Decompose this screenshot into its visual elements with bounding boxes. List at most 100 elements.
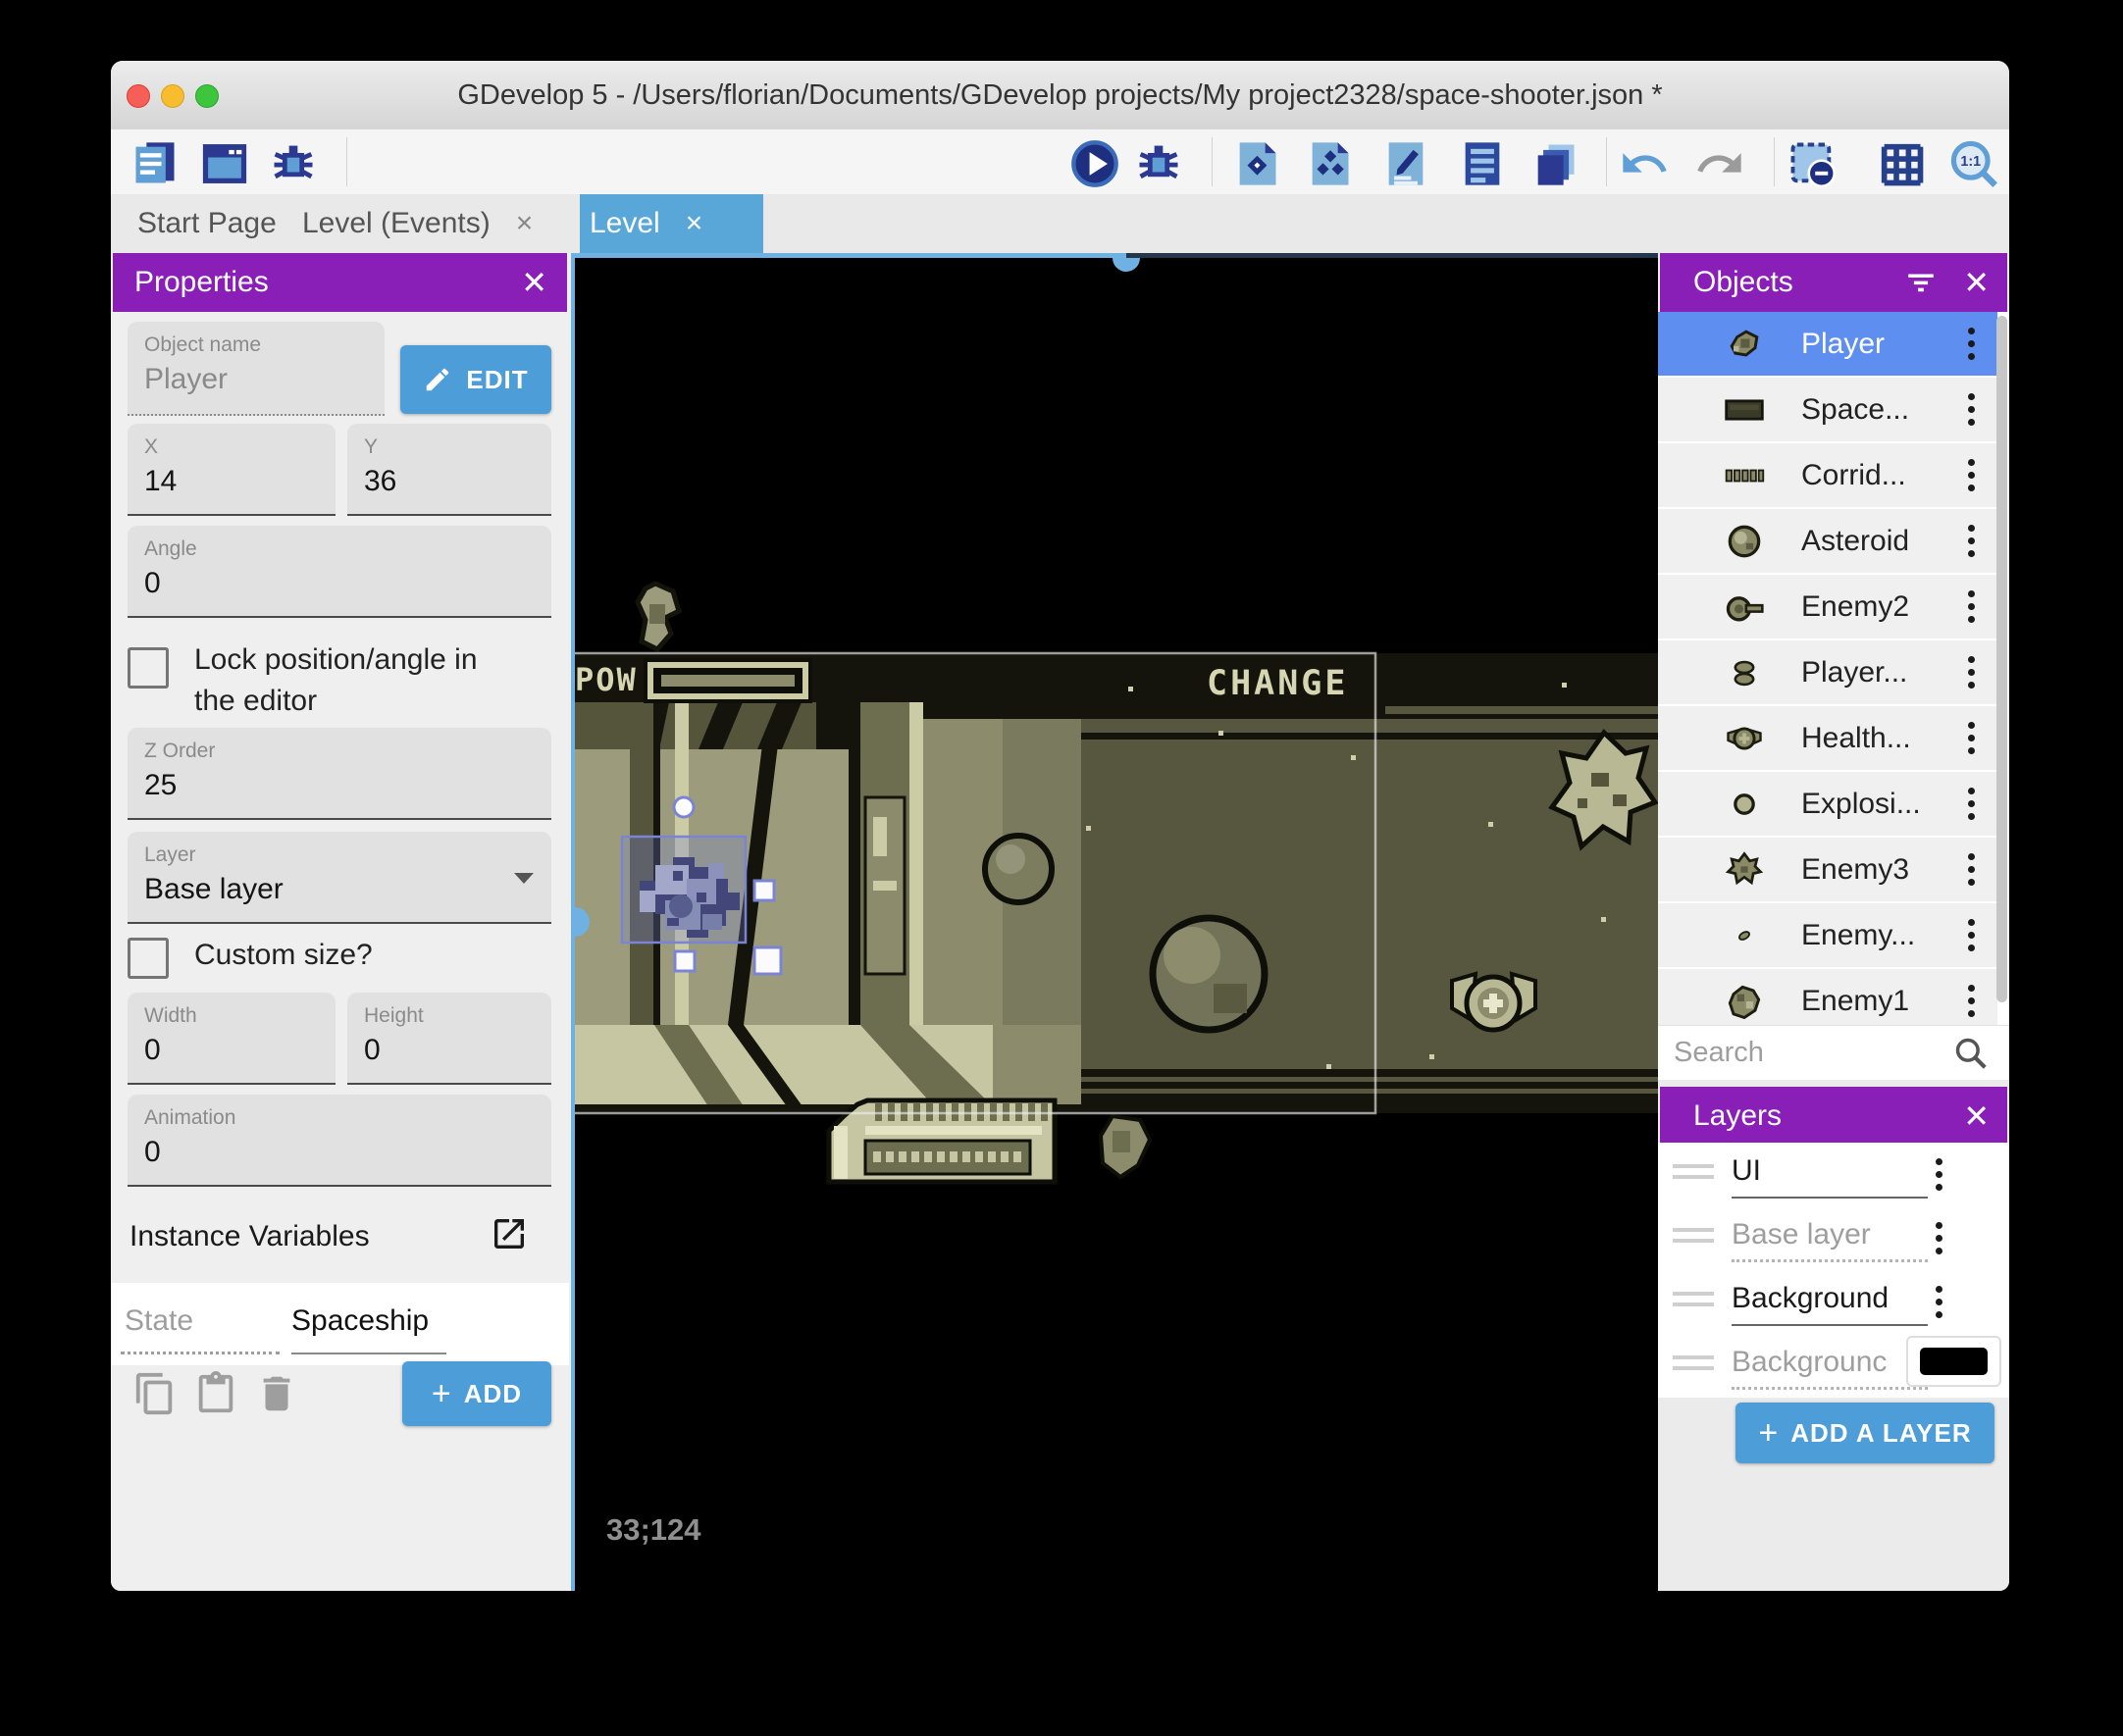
custom-size-checkbox[interactable]	[128, 938, 169, 979]
layer-underline	[1732, 1197, 1928, 1199]
object-menu-icon[interactable]	[1968, 525, 1976, 557]
object-item-enemy3[interactable]: Enemy3	[1658, 838, 1997, 903]
top-splitter[interactable]	[571, 253, 1126, 258]
custom-size-checkbox-row[interactable]: Custom size?	[128, 938, 373, 979]
layer-item-base-layer[interactable]: Base layer	[1658, 1206, 2009, 1270]
scene-canvas[interactable]: POW CHANGE 33;124	[569, 253, 1659, 1591]
filter-icon[interactable]	[1904, 266, 1938, 299]
play-icon[interactable]	[1067, 136, 1122, 191]
edit-button[interactable]: EDIT	[400, 345, 551, 414]
player-instance[interactable]	[620, 835, 748, 945]
background-color-swatch[interactable]	[1906, 1336, 2001, 1387]
object-menu-icon[interactable]	[1968, 656, 1976, 689]
object-item-explosi[interactable]: Explosi...	[1658, 772, 1997, 838]
layer-menu-icon[interactable]	[1936, 1222, 1943, 1254]
close-properties-icon[interactable]: ✕	[521, 264, 547, 301]
object-item-corrid[interactable]: Corrid...	[1658, 443, 1997, 509]
resize-handle-bottom[interactable]	[673, 949, 697, 973]
tab-label: Level	[590, 207, 660, 239]
y-field[interactable]: Y 36	[347, 424, 551, 516]
tab-level[interactable]: Level ×	[580, 194, 763, 253]
lock-position-checkbox[interactable]	[128, 647, 169, 689]
x-field[interactable]: X 14	[128, 424, 336, 516]
object-menu-icon[interactable]	[1968, 722, 1976, 754]
duplicate-layers-icon[interactable]	[1528, 136, 1582, 191]
layer-item-background[interactable]: Background	[1658, 1270, 2009, 1334]
objects-scrollbar[interactable]	[1996, 316, 2007, 1002]
close-objects-icon[interactable]: ✕	[1963, 264, 1990, 301]
object-menu-icon[interactable]	[1968, 788, 1976, 820]
redo-icon[interactable]	[1692, 136, 1747, 191]
close-layers-icon[interactable]: ✕	[1963, 1098, 1990, 1135]
add-layer-label: ADD A LAYER	[1790, 1417, 1972, 1448]
close-tab-icon[interactable]: ×	[686, 207, 703, 240]
properties-header: Properties ✕	[113, 253, 567, 312]
object-item-health[interactable]: Health...	[1658, 706, 1997, 772]
edit-events-icon[interactable]	[1378, 136, 1433, 191]
debugger-icon[interactable]	[1131, 136, 1186, 191]
layer-item-ui[interactable]: UI	[1658, 1143, 2009, 1206]
object-item-enemy1[interactable]: Enemy1	[1658, 969, 1997, 1025]
object-menu-icon[interactable]	[1968, 393, 1976, 426]
object-item-player[interactable]: Player...	[1658, 640, 1997, 706]
resize-handle-right[interactable]	[752, 879, 776, 902]
external-layout-icon[interactable]	[1302, 136, 1357, 191]
variable-value[interactable]: Spaceship	[291, 1304, 429, 1338]
drag-handle-icon[interactable]	[1673, 1228, 1714, 1250]
copy-icon[interactable]	[132, 1371, 178, 1416]
resize-handle-corner[interactable]	[752, 945, 783, 976]
rotate-handle[interactable]	[672, 795, 696, 819]
scene-editor-icon[interactable]	[1229, 136, 1284, 191]
layer-menu-icon[interactable]	[1936, 1286, 1943, 1318]
add-variable-button[interactable]: + ADD	[402, 1361, 551, 1426]
object-menu-icon[interactable]	[1968, 328, 1976, 360]
object-menu-icon[interactable]	[1968, 459, 1976, 491]
object-menu-icon[interactable]	[1968, 590, 1976, 623]
mask-icon[interactable]	[1785, 136, 1839, 191]
grid-icon[interactable]	[1874, 136, 1929, 191]
zoom-1-1-icon[interactable]: 1:1	[1946, 136, 2001, 191]
layer-menu-icon[interactable]	[1936, 1158, 1943, 1191]
drag-handle-icon[interactable]	[1673, 1292, 1714, 1313]
debug-icon[interactable]	[266, 136, 321, 191]
width-field[interactable]: Width 0	[128, 993, 336, 1085]
drag-handle-icon[interactable]	[1673, 1164, 1714, 1186]
layers-list: UI Base layer Background Backgrounc	[1658, 1143, 2009, 1398]
events-list-icon[interactable]	[1455, 136, 1510, 191]
close-tab-icon[interactable]: ×	[516, 207, 534, 240]
object-label: Explosi...	[1801, 787, 1921, 820]
layer-select[interactable]: Layer Base layer	[128, 832, 551, 924]
angle-field[interactable]: Angle 0	[128, 526, 551, 618]
drag-handle-icon[interactable]	[1673, 1355, 1714, 1377]
z-order-field[interactable]: Z Order 25	[128, 728, 551, 820]
project-manager-icon[interactable]	[128, 136, 182, 191]
height-value: 0	[364, 1034, 381, 1066]
top-splitter-handle[interactable]	[1113, 258, 1140, 272]
layer-item-backgrounc[interactable]: Backgrounc	[1658, 1334, 2009, 1398]
tab-start-page[interactable]: Start Page	[128, 194, 294, 253]
preview-window-icon[interactable]	[197, 136, 252, 191]
animation-label: Animation	[144, 1106, 236, 1129]
object-search[interactable]: Search	[1658, 1025, 2009, 1080]
object-menu-icon[interactable]	[1968, 919, 1976, 951]
lock-position-checkbox-row[interactable]: Lock position/angle in the editor	[128, 639, 478, 722]
object-menu-icon[interactable]	[1968, 853, 1976, 886]
open-in-new-icon[interactable]	[490, 1214, 529, 1253]
undo-icon[interactable]	[1617, 136, 1672, 191]
tab-level-events-[interactable]: Level (Events) ×	[292, 194, 587, 253]
paste-icon[interactable]	[193, 1371, 238, 1416]
animation-field[interactable]: Animation 0	[128, 1095, 551, 1187]
add-layer-button[interactable]: + ADD A LAYER	[1735, 1403, 1994, 1463]
left-splitter[interactable]	[571, 253, 575, 1591]
object-menu-icon[interactable]	[1968, 985, 1976, 1017]
height-field[interactable]: Height 0	[347, 993, 551, 1085]
title-bar: GDevelop 5 - /Users/florian/Documents/GD…	[111, 61, 2009, 130]
object-item-space[interactable]: Space...	[1658, 378, 1997, 443]
object-item-player[interactable]: Player	[1658, 312, 1997, 378]
object-item-enemy[interactable]: Enemy...	[1658, 903, 1997, 969]
properties-title: Properties	[134, 266, 269, 298]
delete-icon[interactable]	[254, 1371, 299, 1416]
object-item-asteroid[interactable]: Asteroid	[1658, 509, 1997, 575]
variable-name[interactable]: State	[125, 1304, 193, 1338]
object-item-enemy2[interactable]: Enemy2	[1658, 575, 1997, 640]
